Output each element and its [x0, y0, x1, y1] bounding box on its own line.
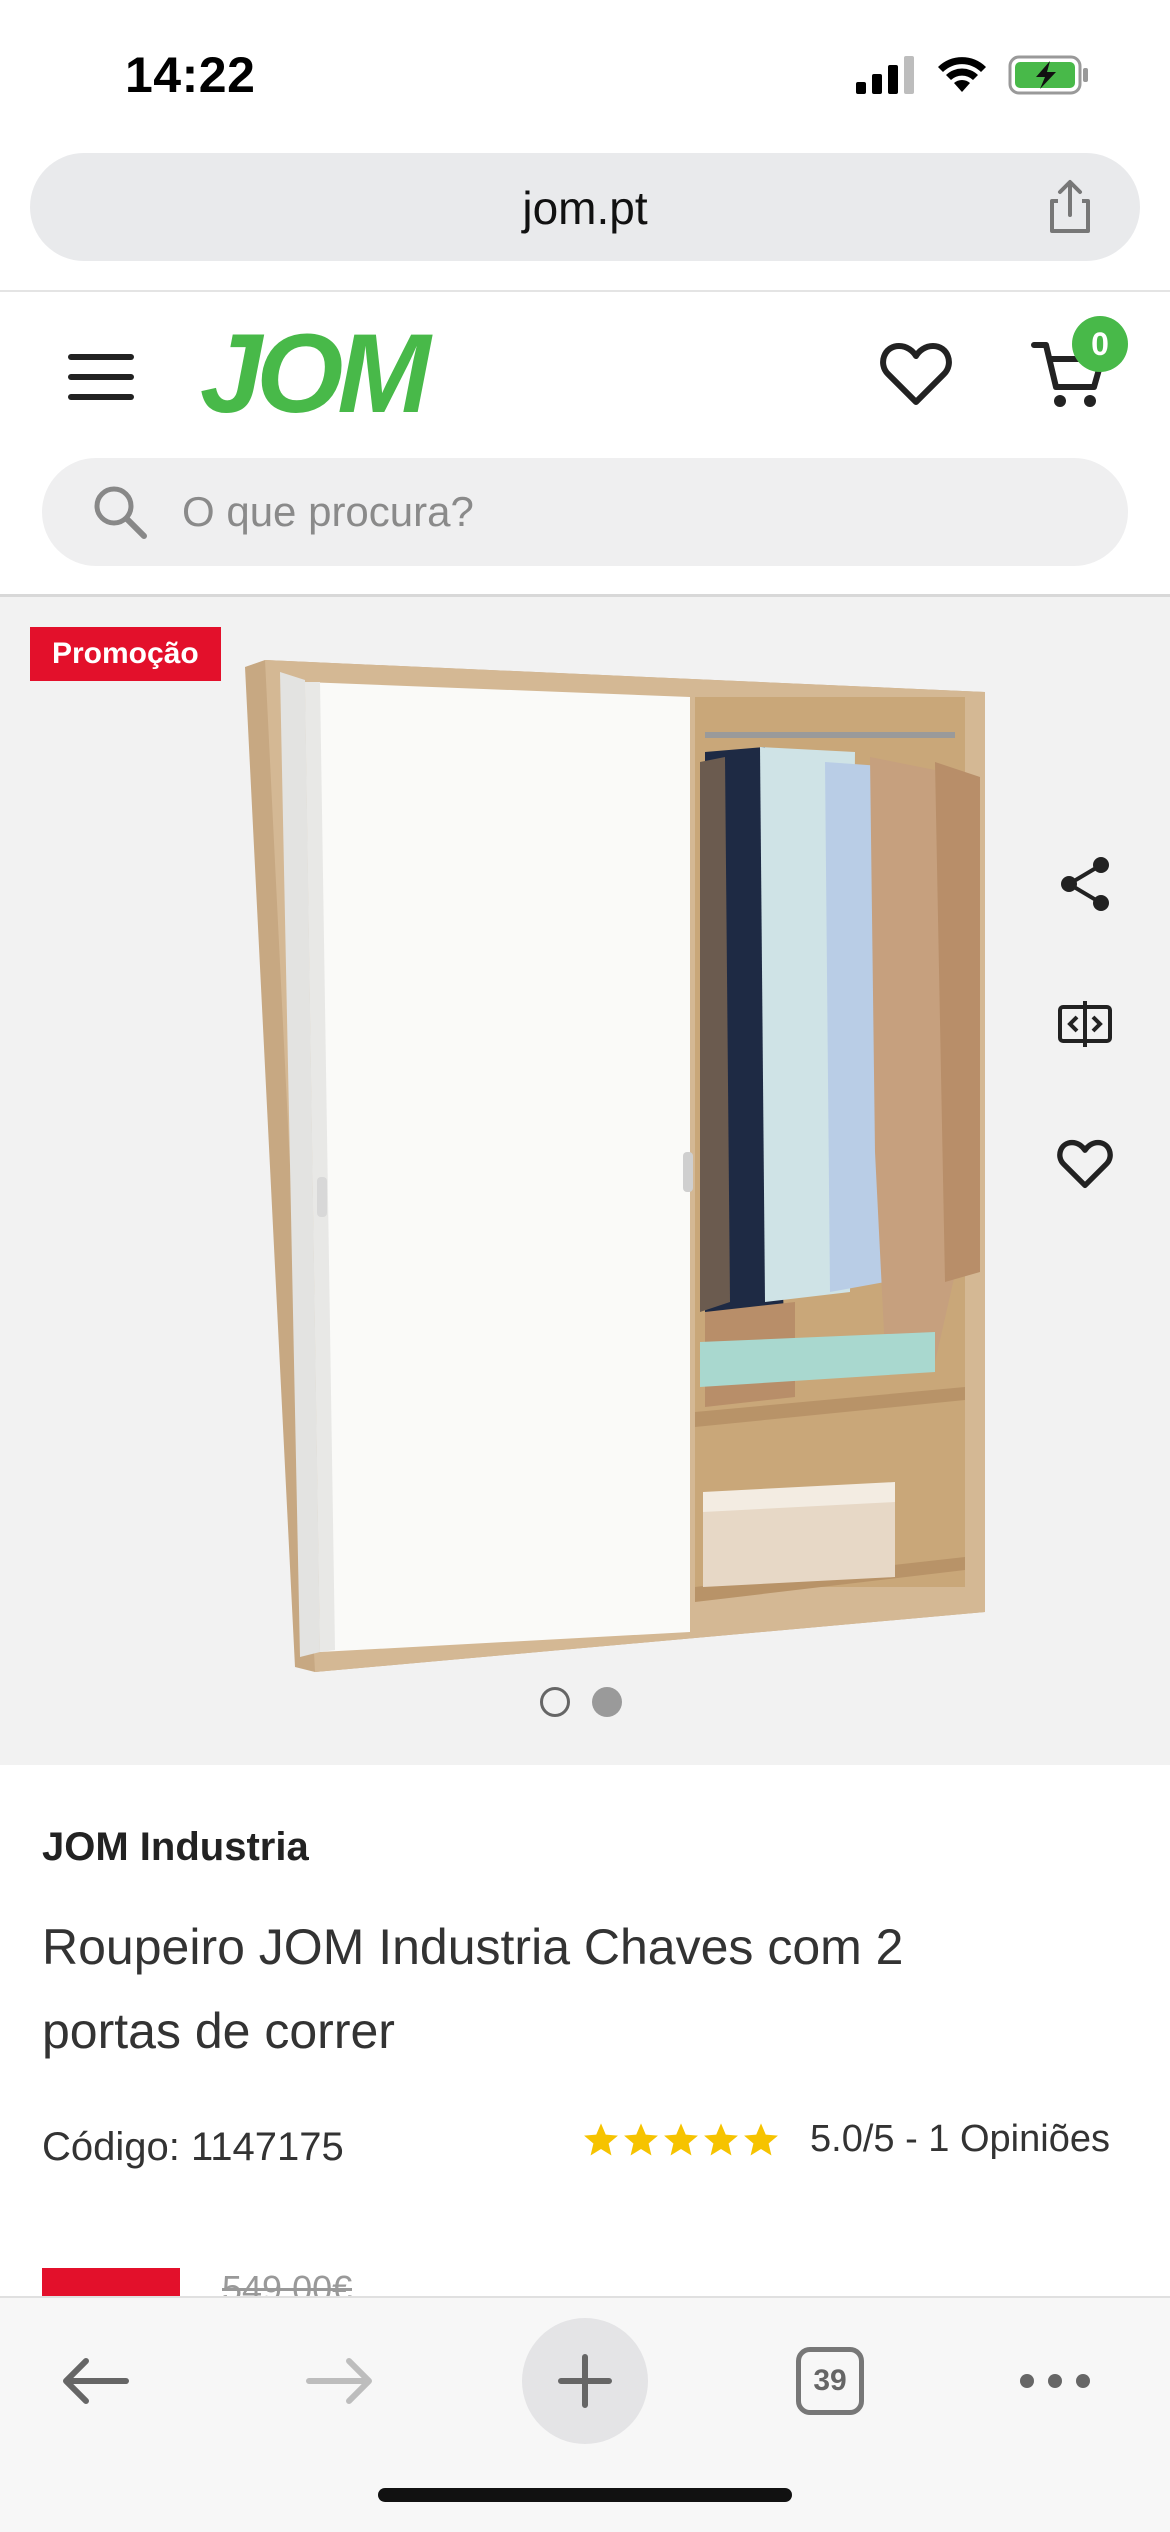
wifi-icon — [938, 57, 986, 92]
rating-text: 5.0/5 - 1 Opiniões — [810, 2118, 1110, 2160]
star-icon — [704, 2122, 738, 2156]
status-icons — [856, 55, 1090, 95]
share-icon — [1061, 857, 1109, 911]
status-bar: 14:22 — [0, 0, 1170, 145]
url-text: jom.pt — [522, 182, 648, 234]
carousel-dot[interactable] — [540, 1687, 570, 1717]
plus-icon — [558, 2354, 612, 2408]
heart-icon — [880, 343, 952, 405]
tabs-count: 39 — [796, 2347, 864, 2415]
divider — [0, 290, 1170, 292]
star-icon — [624, 2122, 658, 2156]
more-icon — [1020, 2374, 1090, 2388]
share-button[interactable] — [1040, 177, 1100, 237]
cart-count-badge: 0 — [1072, 316, 1128, 372]
jom-logo[interactable]: JOM — [200, 318, 431, 430]
heart-icon — [1057, 1139, 1113, 1189]
product-title: Roupeiro JOM Industria Chaves com 2 port… — [42, 1919, 904, 2059]
menu-button[interactable] — [68, 352, 134, 402]
home-indicator — [378, 2488, 792, 2502]
promo-badge: Promoção — [30, 627, 221, 681]
product-gallery[interactable]: Promoção — [0, 597, 1170, 1765]
product-brand[interactable]: JOM Industria — [42, 1825, 309, 1870]
add-to-wishlist-button[interactable] — [1030, 1109, 1140, 1219]
signal-icon — [856, 56, 914, 94]
battery-icon — [1008, 55, 1088, 95]
status-time: 14:22 — [125, 47, 256, 103]
search-icon — [94, 486, 147, 539]
new-tab-button[interactable] — [522, 2318, 648, 2444]
carousel-dot-active[interactable] — [592, 1687, 622, 1717]
address-bar[interactable]: jom.pt — [30, 153, 1140, 261]
carousel-dots — [540, 1687, 622, 1717]
back-button[interactable] — [40, 2326, 150, 2436]
compare-button[interactable] — [1030, 969, 1140, 1079]
compare-icon — [1058, 1001, 1112, 1047]
old-price: 549,00€ — [222, 2268, 353, 2296]
price-badge — [42, 2268, 180, 2298]
tabs-button[interactable]: 39 — [775, 2326, 885, 2436]
wishlist-button[interactable] — [880, 340, 952, 408]
product-rating[interactable]: 5.0/5 - 1 Opiniões — [582, 2118, 1110, 2161]
rating-stars — [582, 2121, 780, 2159]
star-icon — [584, 2122, 618, 2156]
share-product-button[interactable] — [1030, 829, 1140, 939]
back-icon — [63, 2358, 129, 2404]
forward-icon — [306, 2358, 372, 2404]
product-code: Código: 1147175 — [42, 2125, 344, 2169]
search-bar[interactable] — [42, 458, 1128, 566]
star-icon — [744, 2122, 778, 2156]
share-icon — [1050, 180, 1090, 233]
more-button[interactable] — [1000, 2326, 1110, 2436]
search-input[interactable] — [182, 484, 1062, 540]
forward-button[interactable] — [285, 2326, 395, 2436]
product-image[interactable] — [245, 652, 995, 1672]
star-icon — [664, 2122, 698, 2156]
menu-icon — [68, 354, 134, 400]
